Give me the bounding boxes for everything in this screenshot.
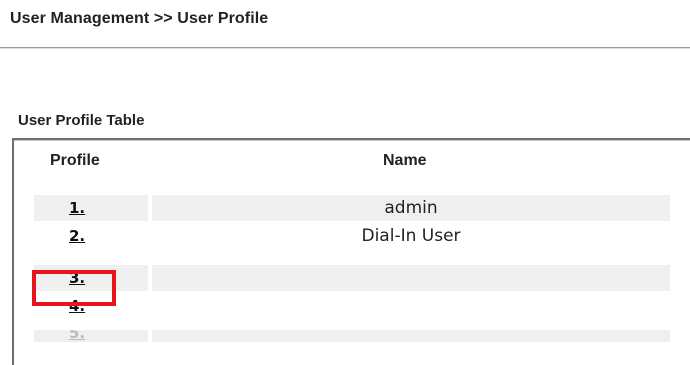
profile-cell: 2. xyxy=(34,223,148,249)
name-cell: admin xyxy=(152,195,670,221)
name-cell xyxy=(152,265,670,291)
name-cell xyxy=(152,293,670,319)
table-frame-shade xyxy=(14,140,690,141)
table-row: 1. admin xyxy=(34,195,674,221)
table-title: User Profile Table xyxy=(18,112,145,129)
table-row: 4. xyxy=(34,293,674,319)
header-divider xyxy=(0,47,690,48)
highlight-box xyxy=(32,270,116,306)
profile-cell: 5. xyxy=(34,330,148,342)
column-header-profile: Profile xyxy=(50,152,100,169)
column-header-name: Name xyxy=(383,152,427,169)
profile-cell: 1. xyxy=(34,195,148,221)
profile-link-1[interactable]: 1. xyxy=(69,197,85,219)
profile-link-5[interactable]: 5. xyxy=(69,330,85,342)
table-row: 5. xyxy=(34,330,674,342)
name-cell xyxy=(152,330,670,342)
breadcrumb: User Management >> User Profile xyxy=(10,10,269,27)
name-cell: Dial-In User xyxy=(361,226,461,246)
table-row: 2. Dial-In User xyxy=(34,223,674,249)
table-row: 3. xyxy=(34,265,674,291)
profile-link-2[interactable]: 2. xyxy=(69,225,85,247)
